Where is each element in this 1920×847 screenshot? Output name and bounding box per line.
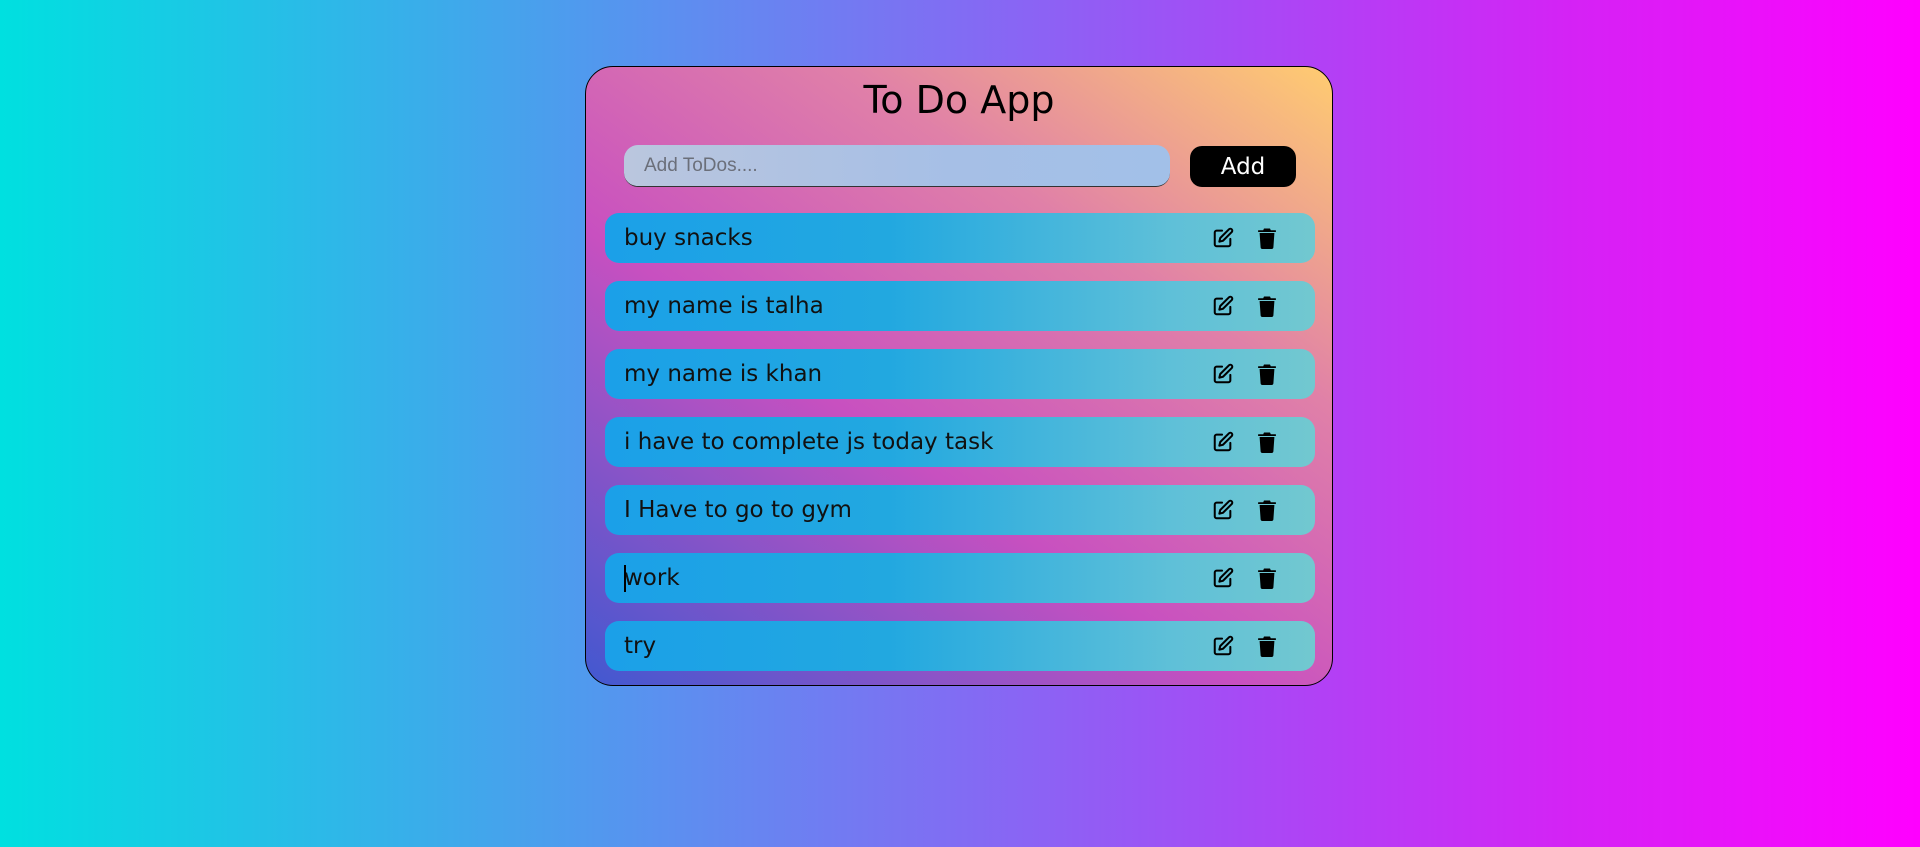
todo-item: I Have to go to gym: [605, 485, 1315, 535]
app-title: To Do App: [863, 78, 1055, 122]
delete-button[interactable]: [1255, 566, 1279, 590]
edit-icon: [1213, 431, 1234, 452]
delete-button[interactable]: [1255, 294, 1279, 318]
todo-item: try: [605, 621, 1315, 671]
todo-item: my name is talha: [605, 281, 1315, 331]
delete-button[interactable]: [1255, 498, 1279, 522]
edit-button[interactable]: [1211, 226, 1235, 250]
add-button[interactable]: Add: [1190, 146, 1296, 187]
trash-icon: [1258, 228, 1276, 249]
delete-button[interactable]: [1255, 634, 1279, 658]
todo-text[interactable]: I Have to go to gym: [624, 485, 852, 535]
edit-button[interactable]: [1211, 362, 1235, 386]
edit-icon: [1213, 499, 1234, 520]
edit-icon: [1213, 227, 1234, 248]
todo-text[interactable]: my name is khan: [624, 349, 822, 399]
edit-button[interactable]: [1211, 498, 1235, 522]
edit-icon: [1213, 363, 1234, 384]
todo-input[interactable]: [624, 145, 1170, 187]
todo-text[interactable]: i have to complete js today task: [624, 417, 993, 467]
trash-icon: [1258, 568, 1276, 589]
edit-button[interactable]: [1211, 634, 1235, 658]
edit-icon: [1213, 635, 1234, 656]
delete-button[interactable]: [1255, 362, 1279, 386]
todo-item: i have to complete js today task: [605, 417, 1315, 467]
trash-icon: [1258, 432, 1276, 453]
trash-icon: [1258, 636, 1276, 657]
todo-card: To Do App Add buy snacks my name is talh…: [585, 66, 1333, 686]
edit-icon: [1213, 567, 1234, 588]
delete-button[interactable]: [1255, 226, 1279, 250]
todo-text[interactable]: my name is talha: [624, 281, 824, 331]
todo-item: work: [605, 553, 1315, 603]
delete-button[interactable]: [1255, 430, 1279, 454]
edit-button[interactable]: [1211, 294, 1235, 318]
edit-button[interactable]: [1211, 566, 1235, 590]
add-todo-form: Add: [624, 145, 1298, 187]
edit-icon: [1213, 295, 1234, 316]
todo-text[interactable]: buy snacks: [624, 213, 753, 263]
todo-item: buy snacks: [605, 213, 1315, 263]
todo-item: my name is khan: [605, 349, 1315, 399]
trash-icon: [1258, 364, 1276, 385]
edit-button[interactable]: [1211, 430, 1235, 454]
todo-list: buy snacks my name is talha my name is k…: [605, 213, 1315, 671]
todo-text[interactable]: work: [624, 553, 680, 603]
todo-text[interactable]: try: [624, 621, 656, 671]
trash-icon: [1258, 296, 1276, 317]
text-cursor: [624, 565, 626, 592]
trash-icon: [1258, 500, 1276, 521]
